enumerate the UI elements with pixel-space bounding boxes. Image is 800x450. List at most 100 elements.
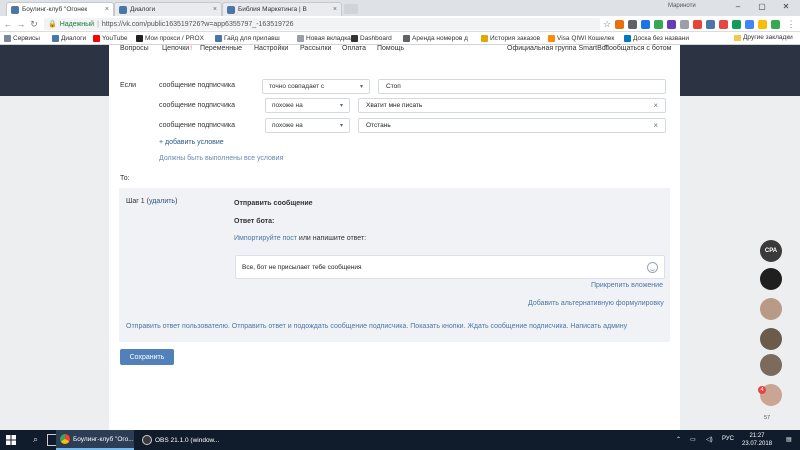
bookmark-item[interactable]: Мои прокси / PROX bbox=[136, 34, 204, 43]
bookmark-star-icon[interactable]: ☆ bbox=[603, 19, 611, 30]
bookmark-item[interactable]: Гайд для прилавш bbox=[215, 34, 280, 43]
condition-value-input[interactable]: Стоп bbox=[378, 79, 666, 94]
language-indicator[interactable]: РУС bbox=[722, 436, 734, 442]
profile-name[interactable]: Мариноти bbox=[668, 3, 696, 9]
remove-condition-icon[interactable]: × bbox=[653, 121, 658, 130]
bot-message-text: Все, бот не присылает тебе сообщения bbox=[242, 263, 362, 271]
nav-settings[interactable]: Настройки bbox=[254, 45, 288, 52]
bookmark-item[interactable]: Доска без названи bbox=[624, 34, 689, 43]
taskbar-app-chrome[interactable]: Боулинг-клуб "Ого... bbox=[56, 430, 134, 450]
search-icon[interactable]: ⌕ bbox=[33, 434, 38, 445]
condition-operator-select[interactable]: точно совпадает с ▾ bbox=[262, 79, 370, 94]
attach-link[interactable]: Прикрепить вложение bbox=[591, 282, 663, 289]
action-show-buttons[interactable]: Показать кнопки. bbox=[410, 323, 465, 330]
vk-avatar[interactable] bbox=[760, 268, 782, 290]
nav-mailings[interactable]: Рассылки bbox=[300, 45, 331, 52]
bookmark-item[interactable]: Сервисы bbox=[4, 34, 40, 43]
menu-kebab-icon[interactable]: ⋮ bbox=[785, 18, 797, 30]
reload-icon[interactable]: ↻ bbox=[28, 18, 40, 30]
delete-step-link[interactable]: удалить bbox=[149, 198, 175, 205]
cpa-avatar[interactable]: CPA bbox=[760, 240, 782, 262]
forward-icon[interactable]: → bbox=[15, 18, 27, 30]
chevron-down-icon: ▾ bbox=[359, 84, 363, 90]
maximize-icon[interactable]: ▢ bbox=[750, 0, 774, 12]
browser-tab[interactable]: Боулинг-клуб "Огонек × bbox=[6, 2, 114, 16]
notifications-icon[interactable]: ▤ bbox=[786, 436, 792, 443]
nav-help[interactable]: Помощь bbox=[377, 45, 404, 52]
app-top-nav: Вопросы Цепочки! Переменные Настройки Ра… bbox=[109, 45, 680, 55]
condition-operator-select[interactable]: похоже на ▾ bbox=[265, 118, 350, 133]
bookmark-label: История заказов bbox=[490, 35, 541, 42]
condition-value-input[interactable]: Отстань × bbox=[358, 118, 666, 133]
other-bookmarks[interactable]: Другие закладки bbox=[734, 34, 793, 41]
save-button[interactable]: Сохранить bbox=[120, 349, 174, 365]
clock[interactable]: 21:27 23.07.2018 bbox=[742, 432, 772, 448]
browser-tab[interactable]: Библия Маркетинга | В × bbox=[222, 2, 342, 16]
condition-value: Отстань bbox=[366, 122, 391, 129]
extension-icon[interactable] bbox=[771, 20, 780, 29]
bookmark-item[interactable]: Новая вкладка bbox=[297, 34, 351, 43]
back-icon[interactable]: ← bbox=[2, 18, 14, 30]
browser-tab[interactable]: Диалоги × bbox=[114, 2, 222, 16]
apps-grid-icon bbox=[4, 35, 11, 42]
extension-icon[interactable] bbox=[732, 20, 741, 29]
nav-payment[interactable]: Оплата bbox=[342, 45, 366, 52]
condition-operator-select[interactable]: похоже на ▾ bbox=[265, 98, 350, 113]
action-write-admin[interactable]: Написать админу bbox=[570, 323, 627, 330]
volume-icon[interactable]: ◁) bbox=[706, 436, 713, 443]
bookmark-item[interactable]: Visa QIWI Кошелек bbox=[548, 34, 614, 43]
close-icon[interactable]: × bbox=[105, 6, 109, 13]
notification-badge: 4 bbox=[758, 386, 766, 394]
new-tab-button[interactable] bbox=[344, 4, 358, 14]
extension-icon[interactable] bbox=[758, 20, 767, 29]
close-icon[interactable]: × bbox=[213, 6, 217, 13]
vk-favicon-icon bbox=[119, 5, 127, 14]
extension-icon[interactable] bbox=[680, 20, 689, 29]
extension-icon[interactable] bbox=[693, 20, 702, 29]
action-send-and-wait[interactable]: Отправить ответ и подождать сообщение по… bbox=[232, 323, 409, 330]
extension-icon[interactable] bbox=[615, 20, 624, 29]
bookmark-item[interactable]: Dashboard bbox=[351, 34, 392, 43]
nav-variables[interactable]: Переменные bbox=[200, 45, 242, 52]
tray-up-icon[interactable]: ⌃ bbox=[676, 436, 681, 443]
add-alternative-link[interactable]: Добавить альтернативную формулировку bbox=[528, 300, 664, 307]
remove-condition-icon[interactable]: × bbox=[653, 101, 658, 110]
bookmark-item[interactable]: Аренда номеров д bbox=[403, 34, 468, 43]
user-avatar[interactable] bbox=[760, 328, 782, 350]
qiwi-icon bbox=[548, 35, 555, 42]
bookmark-item[interactable]: История заказов bbox=[481, 34, 540, 43]
operator-value: похоже на bbox=[272, 122, 303, 129]
clock-time: 21:27 bbox=[749, 433, 765, 439]
bookmark-item[interactable]: YouTube bbox=[93, 34, 128, 43]
window-close-icon[interactable]: ✕ bbox=[774, 0, 798, 12]
emoji-icon[interactable] bbox=[647, 261, 658, 273]
taskbar-app-obs[interactable]: OBS 21.1.0 (window... bbox=[138, 430, 219, 450]
address-input[interactable]: 🔒 Надежный | https://vk.com/public163519… bbox=[44, 18, 600, 30]
windows-start-icon[interactable] bbox=[6, 435, 16, 445]
extension-icon[interactable] bbox=[654, 20, 663, 29]
network-icon[interactable]: ▭ bbox=[690, 436, 696, 443]
import-post-link[interactable]: Импортируйте пост bbox=[234, 235, 297, 242]
nav-chains[interactable]: Цепочки! bbox=[162, 45, 192, 52]
user-avatar[interactable] bbox=[760, 298, 782, 320]
add-condition-link[interactable]: + добавить условие bbox=[159, 139, 224, 146]
action-send-reply[interactable]: Отправить ответ пользователю. bbox=[126, 323, 230, 330]
nav-official-group-link[interactable]: Официальная группа SmartBot bbox=[507, 45, 608, 52]
bot-message-input[interactable]: Все, бот не присылает тебе сообщения bbox=[235, 255, 665, 279]
extension-icon[interactable] bbox=[706, 20, 715, 29]
youtube-icon bbox=[93, 35, 100, 42]
extension-icon[interactable] bbox=[667, 20, 676, 29]
action-wait-message[interactable]: Ждать сообщение подписчика. bbox=[467, 323, 568, 330]
minimize-icon[interactable]: – bbox=[726, 0, 750, 12]
nav-talk-to-bot-link[interactable]: Пообщаться с ботом bbox=[604, 45, 671, 52]
user-avatar[interactable] bbox=[760, 354, 782, 376]
close-icon[interactable]: × bbox=[333, 6, 337, 13]
extension-icon[interactable] bbox=[641, 20, 650, 29]
nav-questions[interactable]: Вопросы bbox=[120, 45, 149, 52]
extension-icon[interactable] bbox=[745, 20, 754, 29]
extension-icon[interactable] bbox=[719, 20, 728, 29]
condition-value-input[interactable]: Хватит мне писать × bbox=[358, 98, 666, 113]
extension-icon[interactable] bbox=[628, 20, 637, 29]
browser-tab-label: Боулинг-клуб "Огонек bbox=[22, 6, 88, 13]
bookmark-item[interactable]: Диалоги bbox=[52, 34, 86, 43]
